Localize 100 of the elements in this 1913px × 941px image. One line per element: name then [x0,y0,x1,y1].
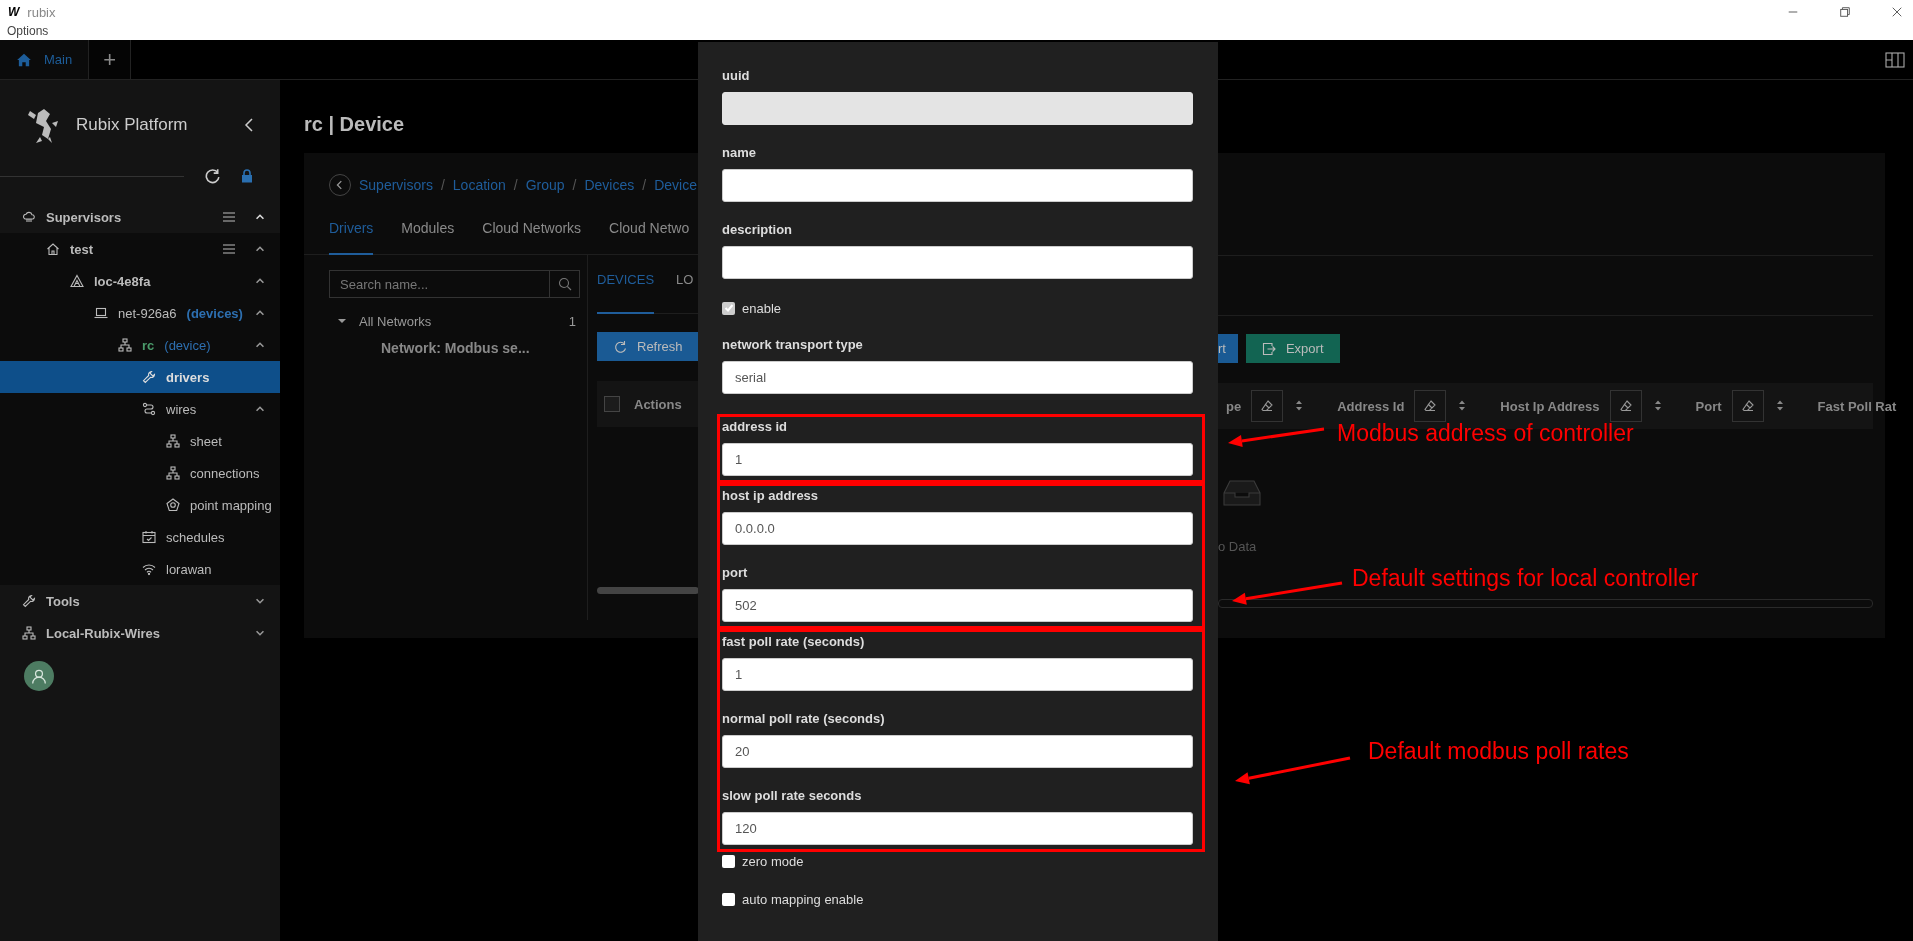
column-header: Port [1695,398,1722,414]
sidebar-item[interactable]: net-926a6 (devices) [0,297,280,329]
sidebar-item[interactable]: lorawan [0,553,280,585]
item-label: Supervisors [46,209,122,225]
select-all-checkbox[interactable] [604,396,620,412]
eraser-icon [1740,399,1755,413]
sidebar-item[interactable]: test [0,233,280,265]
field-label: fast poll rate (seconds) [722,634,866,650]
export-button[interactable]: Export [1245,334,1340,363]
sitemap-icon [166,466,180,480]
item-label: sheet [190,433,222,449]
menu-icon [222,242,236,256]
text-field[interactable]: 0.0.0.0 [722,512,1193,545]
text-field[interactable]: 1 [722,443,1193,476]
checkbox[interactable] [722,301,735,315]
filter-button[interactable] [1251,390,1284,422]
section-tab[interactable]: Modules [401,217,455,255]
text-field[interactable]: 502 [722,589,1193,622]
breadcrumb-separator: / [440,177,445,193]
wifi-icon [142,562,156,576]
section-tab[interactable]: Cloud Netwo [609,217,690,255]
search-button[interactable] [550,270,580,298]
restore-icon [1839,6,1851,18]
sidebar-item[interactable]: schedules [0,521,280,553]
field-label: uuid [722,68,751,84]
column-header: Address Id [1337,398,1405,414]
text-field[interactable]: 1 [722,658,1193,691]
refresh-icon [204,168,220,184]
sidebar-item[interactable]: sheet [0,425,280,457]
route-icon [142,402,156,416]
sidebar-item[interactable]: drivers [0,361,280,393]
item-label: point mapping [190,497,272,513]
checkbox-label: auto mapping enable [742,891,864,907]
item-label: drivers [166,369,210,385]
text-field[interactable]: 20 [722,735,1193,768]
filter-button[interactable] [1414,390,1447,422]
filter-button[interactable] [1731,390,1764,422]
text-field[interactable]: serial [722,361,1193,394]
home-icon [46,242,60,256]
empty-message: o Data [1218,539,1257,554]
item-count: 1 [568,313,577,329]
breadcrumb-separator: / [513,177,518,193]
tree-label: All Networks [359,313,432,329]
close-icon [1891,6,1903,18]
column-header: Fast Poll Rat [1817,398,1897,414]
triangle-icon [70,274,84,288]
scrollbar[interactable] [1218,599,1873,608]
item-type: (device) [164,337,211,353]
pentagon-icon [166,498,180,512]
sidebar-item[interactable]: wires [0,393,280,425]
refresh-icon [613,339,627,354]
field-label: host ip address [722,488,820,504]
sitemap-icon [118,338,132,352]
field-label: description [722,222,794,238]
import-button[interactable]: rt [1218,334,1238,363]
annotation-text: Default modbus poll rates [1368,740,1629,763]
inbox-icon [1222,477,1262,507]
sitemap-icon [166,434,180,448]
sidebar-item[interactable]: Supervisors [0,201,280,233]
cloud-network-icon [22,210,36,224]
refresh-button[interactable]: Refresh [597,332,699,361]
text-field[interactable]: 120 [722,812,1193,845]
text-field[interactable] [722,169,1193,202]
annotation-text: Modbus address of controller [1337,422,1634,445]
field-label: normal poll rate (seconds) [722,711,886,727]
eraser-icon [1423,399,1438,413]
item-label: Tools [46,593,80,609]
network-tree-item[interactable]: Network: Modbus se... [329,334,580,362]
breadcrumb-separator: / [572,177,577,193]
sidebar-item[interactable]: Tools [0,585,280,617]
page-heading: rc | Device [304,112,406,137]
app-title: Rubix Platform [76,115,188,135]
text-field[interactable] [722,246,1193,279]
sub-tab[interactable]: LO [676,255,694,314]
scrollbar[interactable] [597,587,699,594]
menu-icon [222,210,236,224]
sidebar-item[interactable]: Local-Rubix-Wires [0,617,280,649]
filter-button[interactable] [1609,390,1642,422]
search-field[interactable]: Search name... [329,270,550,298]
item-label: net-926a6 [118,305,177,321]
field-label: port [722,565,749,581]
item-label: rc [142,337,155,353]
checkbox[interactable] [722,854,735,868]
new-tab-button[interactable]: + [89,40,132,79]
section-tab[interactable]: Cloud Networks [482,217,582,255]
user-avatar[interactable] [24,661,54,691]
user-icon [31,668,47,684]
checkbox-label: zero mode [742,853,804,869]
item-label: test [70,241,94,257]
sidebar-item[interactable]: connections [0,457,280,489]
item-type: (devices) [186,305,243,321]
item-label: schedules [166,529,225,545]
network-tree-item[interactable]: All Networks 1 [329,308,580,334]
sidebar-item[interactable]: loc-4e8fa [0,265,280,297]
sidebar-item[interactable]: point mapping [0,489,280,521]
item-label: loc-4e8fa [94,273,151,289]
sidebar-item[interactable]: rc (device) [0,329,280,361]
menu-item[interactable]: Options [7,24,49,38]
field-label: name [722,145,757,161]
checkbox[interactable] [722,892,735,906]
